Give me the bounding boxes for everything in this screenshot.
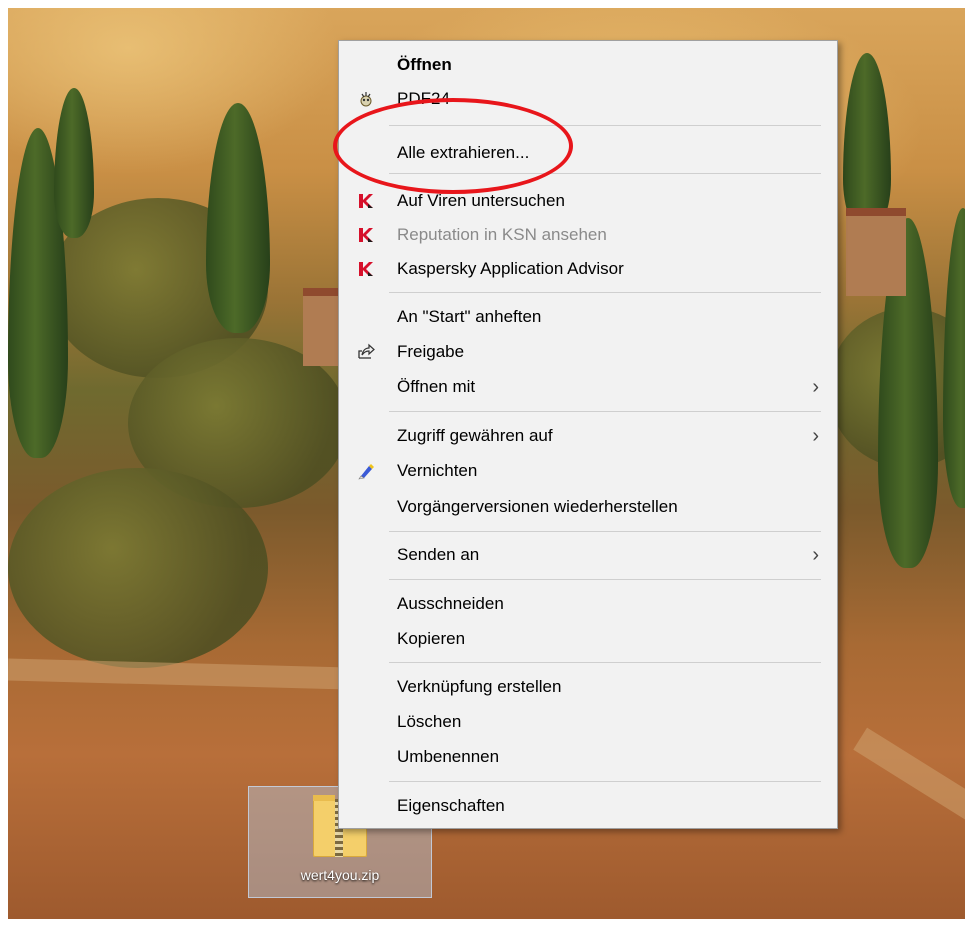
menu-item-open-with[interactable]: Öffnen mit ›: [339, 370, 837, 404]
shredder-icon: [357, 462, 375, 480]
menu-item-open[interactable]: Öffnen: [339, 48, 837, 82]
menu-item-create-shortcut[interactable]: Verknüpfung erstellen: [339, 670, 837, 704]
menu-item-label: Senden an: [397, 545, 480, 564]
chevron-right-icon: ›: [812, 376, 819, 398]
share-icon: [357, 343, 375, 361]
context-menu: Öffnen PDF24 Alle extrahieren... Auf Vir…: [333, 40, 838, 829]
chevron-right-icon: ›: [812, 544, 819, 566]
menu-item-label: Kopieren: [397, 629, 466, 648]
menu-item-ksn-reputation[interactable]: Reputation in KSN ansehen: [339, 218, 837, 252]
pdf24-icon: [357, 90, 375, 108]
menu-item-label: Kaspersky Application Advisor: [397, 259, 624, 278]
cypress-tree: [943, 208, 965, 508]
menu-item-label: Umbenennen: [397, 747, 500, 766]
menu-separator: [389, 781, 821, 782]
menu-item-label: Öffnen mit: [397, 377, 476, 396]
menu-item-give-access[interactable]: Zugriff gewähren auf ›: [339, 419, 837, 453]
tree-cluster: [8, 468, 268, 668]
menu-item-rename[interactable]: Umbenennen: [339, 740, 837, 774]
menu-separator: [389, 662, 821, 663]
menu-item-shred[interactable]: Vernichten: [339, 454, 837, 488]
file-name-label: wert4you.zip: [300, 867, 380, 883]
dirt-road: [8, 658, 349, 690]
menu-item-label: Zugriff gewähren auf: [397, 426, 553, 445]
menu-item-delete[interactable]: Löschen: [339, 705, 837, 739]
menu-item-label: Verknüpfung erstellen: [397, 677, 562, 696]
kaspersky-icon: [357, 260, 375, 278]
cypress-tree: [206, 103, 270, 333]
menu-separator: [389, 579, 821, 580]
menu-item-label: Öffnen: [397, 55, 452, 74]
farmhouse: [846, 208, 906, 296]
menu-item-send-to[interactable]: Senden an ›: [339, 538, 837, 572]
menu-item-extract-all[interactable]: Alle extrahieren...: [339, 136, 837, 170]
menu-item-label: An "Start" anheften: [397, 307, 542, 326]
menu-item-label: Eigenschaften: [397, 796, 505, 815]
menu-item-label: PDF24: [397, 89, 450, 108]
cypress-tree: [54, 88, 94, 238]
cypress-tree: [843, 53, 891, 233]
menu-item-label: Alle extrahieren...: [397, 143, 530, 162]
menu-item-scan-viruses[interactable]: Auf Viren untersuchen: [339, 184, 837, 218]
menu-item-label: Löschen: [397, 712, 462, 731]
menu-item-pin-to-start[interactable]: An "Start" anheften: [339, 300, 837, 334]
menu-item-label: Reputation in KSN ansehen: [397, 225, 607, 244]
kaspersky-icon: [357, 192, 375, 210]
menu-item-cut[interactable]: Ausschneiden: [339, 587, 837, 621]
menu-item-kaspersky-advisor[interactable]: Kaspersky Application Advisor: [339, 252, 837, 286]
menu-item-label: Vorgängerversionen wiederherstellen: [397, 497, 678, 516]
dirt-road: [853, 727, 965, 835]
menu-item-label: Freigabe: [397, 342, 465, 361]
farmhouse: [303, 288, 343, 366]
menu-separator: [389, 125, 821, 126]
menu-item-properties[interactable]: Eigenschaften: [339, 789, 837, 823]
menu-separator: [389, 531, 821, 532]
menu-item-label: Ausschneiden: [397, 594, 504, 613]
menu-separator: [389, 292, 821, 293]
menu-separator: [389, 411, 821, 412]
menu-item-copy[interactable]: Kopieren: [339, 622, 837, 656]
menu-separator: [389, 173, 821, 174]
kaspersky-icon: [357, 226, 375, 244]
chevron-right-icon: ›: [812, 425, 819, 447]
menu-item-label: Auf Viren untersuchen: [397, 191, 565, 210]
menu-item-label: Vernichten: [397, 461, 478, 480]
menu-item-share[interactable]: Freigabe: [339, 335, 837, 369]
menu-item-pdf24[interactable]: PDF24: [339, 82, 837, 116]
folder-tab: [313, 795, 335, 801]
menu-item-restore-previous-versions[interactable]: Vorgängerversionen wiederherstellen: [339, 490, 837, 524]
